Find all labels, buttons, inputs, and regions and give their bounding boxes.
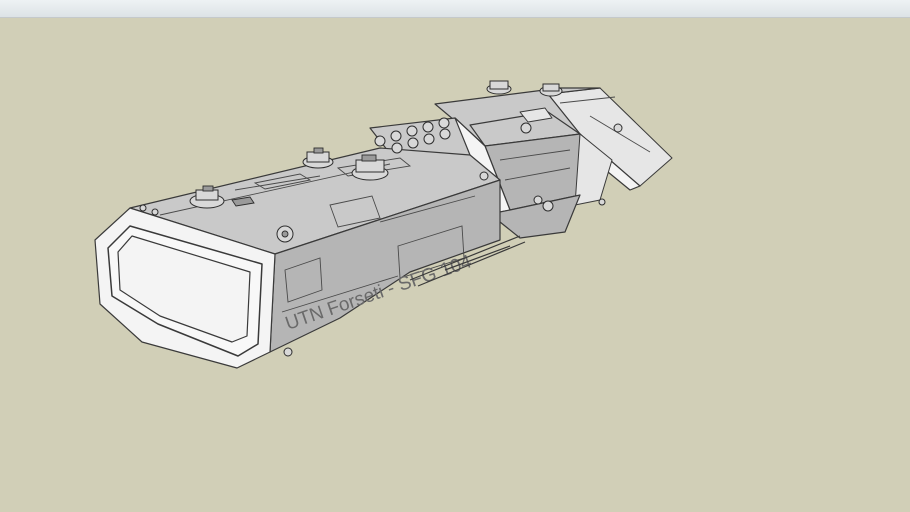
3d-viewport[interactable]: UTN Forseti - SFG 104 — [0, 17, 910, 512]
side-turret — [276, 225, 294, 243]
sensor-pod-1 — [520, 122, 532, 134]
turret-rear — [539, 83, 563, 97]
turret-top — [486, 80, 512, 95]
sensor-pod-3 — [479, 171, 489, 181]
viewport-top-bar — [0, 0, 910, 18]
turret-mid-1 — [302, 147, 334, 169]
starship-model[interactable]: UTN Forseti - SFG 104 — [0, 17, 910, 512]
sensor-pod-2 — [613, 123, 623, 133]
